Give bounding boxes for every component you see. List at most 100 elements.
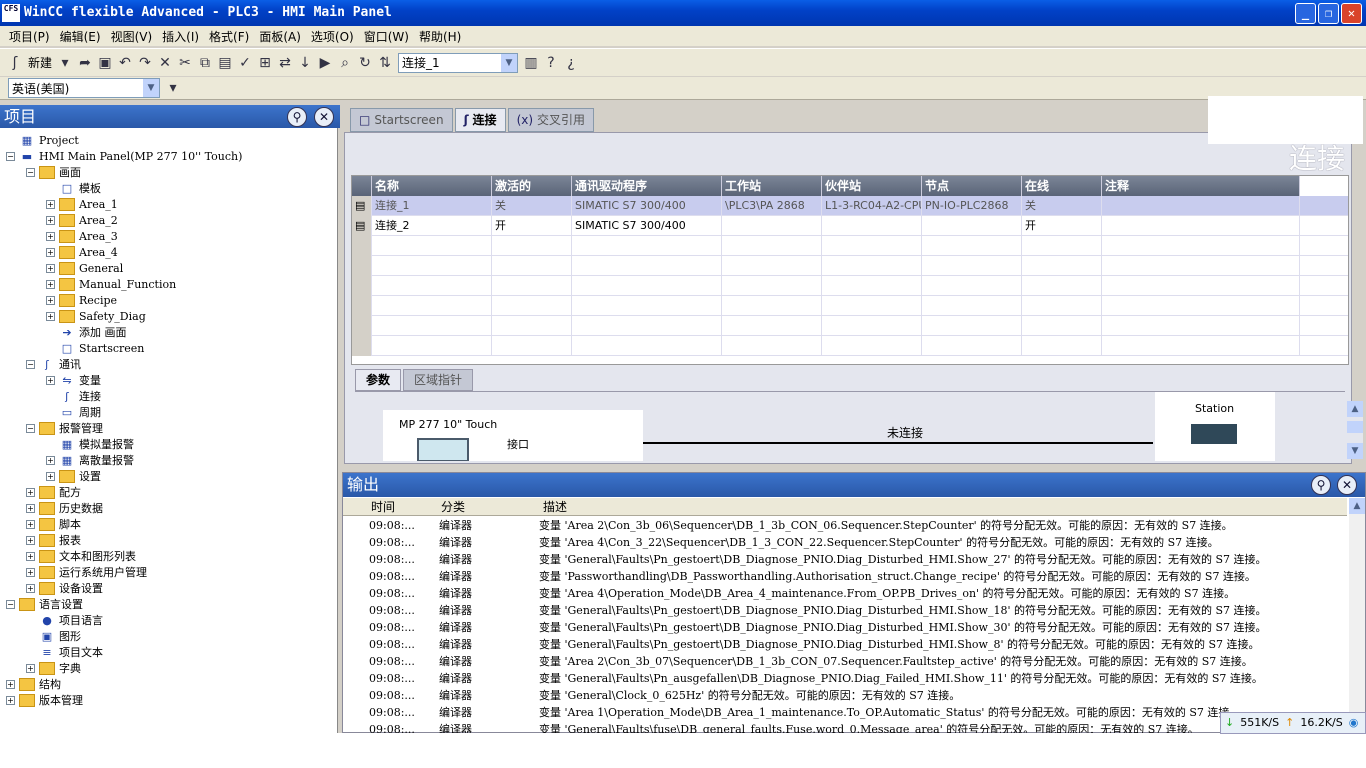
table-cell[interactable] (372, 276, 492, 296)
tree-item[interactable]: □ Startscreen (46, 340, 145, 356)
save-icon[interactable]: ▣ (98, 55, 112, 71)
scroll-up-icon[interactable]: ▲ (1347, 401, 1363, 417)
expand-icon[interactable]: + (26, 487, 35, 497)
tree-item[interactable]: + 运行系统用户管理 (26, 564, 147, 580)
table-cell[interactable] (722, 316, 822, 336)
table-row[interactable] (352, 336, 1348, 356)
expand-icon[interactable]: + (46, 375, 55, 385)
table-cell[interactable]: 开 (492, 216, 572, 236)
column-header[interactable]: 激活的 (492, 176, 572, 196)
table-cell[interactable]: SIMATIC S7 300/400 (572, 196, 722, 216)
check-icon[interactable]: ✓ (238, 55, 252, 71)
table-cell[interactable] (572, 236, 722, 256)
tree-item[interactable]: + 报表 (26, 532, 81, 548)
cut-icon[interactable]: ✂ (178, 55, 192, 71)
scroll-thumb[interactable] (1347, 421, 1363, 433)
collapse-icon[interactable]: − (6, 151, 15, 161)
expand-icon[interactable]: + (26, 535, 35, 545)
scroll-up-icon[interactable]: ▲ (1349, 498, 1365, 514)
column-header[interactable]: 伙伴站 (822, 176, 922, 196)
compile-icon[interactable]: ⊞ (258, 55, 272, 71)
tree-item[interactable]: ▦ 模拟量报警 (46, 436, 134, 452)
table-cell[interactable] (1102, 216, 1300, 236)
expand-icon[interactable]: + (46, 471, 55, 481)
tree-item[interactable]: + ⇋ 变量 (46, 372, 101, 388)
row-selector[interactable] (352, 276, 372, 296)
table-cell[interactable] (722, 276, 822, 296)
redo-icon[interactable]: ↷ (138, 55, 152, 71)
table-cell[interactable] (372, 236, 492, 256)
table-cell[interactable] (922, 216, 1022, 236)
dropdown-arrow-icon[interactable]: ▾ (58, 55, 72, 71)
table-cell[interactable] (492, 316, 572, 336)
log-row[interactable]: 09:08:... 编译器 变量 'Passworthandling\DB_Pass… (343, 568, 1347, 585)
expand-icon[interactable]: + (26, 663, 35, 673)
table-row[interactable] (352, 296, 1348, 316)
menu-item[interactable]: 帮助(H) (414, 28, 466, 45)
context-help-icon[interactable]: ¿ (564, 55, 578, 71)
table-cell[interactable] (1022, 276, 1102, 296)
row-selector[interactable]: ▤ (352, 216, 372, 236)
log-row[interactable]: 09:08:... 编译器 变量 'Area 2\Con_3b_06\Sequenc… (343, 517, 1347, 534)
tree-item[interactable]: ▣ 图形 (26, 628, 81, 644)
connection-select[interactable]: 连接_1 ▼ (398, 52, 519, 73)
pin-icon[interactable]: ⚲ (287, 107, 307, 127)
log-row[interactable]: 09:08:... 编译器 变量 'General\Faults\Pn_gestoe… (343, 619, 1347, 636)
table-cell[interactable] (922, 276, 1022, 296)
table-cell[interactable] (1022, 316, 1102, 336)
tree-item[interactable]: + 设备设置 (26, 580, 103, 596)
transfer-icon[interactable]: ⇄ (278, 55, 292, 71)
log-row[interactable]: 09:08:... 编译器 变量 'Area 2\Con_3b_07\Sequenc… (343, 653, 1347, 670)
open-icon[interactable]: ➦ (78, 55, 92, 71)
replace-icon[interactable]: ↻ (358, 55, 372, 71)
menu-item[interactable]: 面板(A) (254, 28, 306, 45)
dropdown-arrow-icon[interactable]: ▾ (166, 80, 180, 96)
table-cell[interactable]: 连接_2 (372, 216, 492, 236)
scroll-down-icon[interactable]: ▼ (1347, 443, 1363, 459)
row-selector[interactable] (352, 316, 372, 336)
collapse-icon[interactable]: − (26, 359, 35, 369)
log-row[interactable]: 09:08:... 编译器 变量 'Area 4\Operation_Mode\DB… (343, 585, 1347, 602)
tree-item[interactable]: − ▬ HMI Main Panel(MP 277 10'' Touch) (6, 148, 242, 164)
table-cell[interactable]: \PLC3\PA 2868 (722, 196, 822, 216)
delete-icon[interactable]: ✕ (158, 55, 172, 71)
tree-item[interactable]: + 结构 (6, 676, 61, 692)
tree-item[interactable]: + Area_2 (46, 212, 118, 228)
table-cell[interactable] (372, 316, 492, 336)
table-cell[interactable] (492, 336, 572, 356)
menu-item[interactable]: 视图(V) (106, 28, 158, 45)
expand-icon[interactable]: + (46, 311, 55, 321)
table-cell[interactable] (492, 256, 572, 276)
tree-item[interactable]: + 版本管理 (6, 692, 83, 708)
download-icon[interactable]: ↓ (298, 55, 312, 71)
menu-item[interactable]: 插入(I) (157, 28, 204, 45)
row-selector[interactable] (352, 256, 372, 276)
expand-icon[interactable]: + (46, 263, 55, 273)
help-icon[interactable]: ? (544, 55, 558, 71)
tree-item[interactable]: + Area_3 (46, 228, 118, 244)
params-tab[interactable]: 参数 (355, 369, 402, 391)
table-cell[interactable] (492, 296, 572, 316)
expand-icon[interactable]: + (6, 679, 15, 689)
tree-item[interactable]: + Manual_Function (46, 276, 176, 292)
pin-icon[interactable]: ⚲ (1311, 475, 1331, 495)
params-scrollbar[interactable]: ▲ ▼ (1347, 401, 1363, 459)
tree-item[interactable]: ≡ 项目文本 (26, 644, 103, 660)
collapse-icon[interactable]: − (26, 167, 35, 177)
table-cell[interactable] (822, 256, 922, 276)
runtime-icon[interactable]: ▶ (318, 55, 332, 71)
table-cell[interactable] (572, 256, 722, 276)
tree-item[interactable]: − 语言设置 (6, 596, 83, 612)
close-pane-icon[interactable]: ✕ (314, 107, 334, 127)
log-row[interactable]: 09:08:... 编译器 变量 'General\Faults\Pn_gestoe… (343, 551, 1347, 568)
book-icon[interactable]: ▥ (524, 55, 538, 71)
table-cell[interactable] (722, 336, 822, 356)
table-cell[interactable] (922, 256, 1022, 276)
table-cell[interactable] (372, 296, 492, 316)
tree-item[interactable]: + Area_1 (46, 196, 118, 212)
menu-item[interactable]: 格式(F) (204, 28, 254, 45)
table-cell[interactable]: SIMATIC S7 300/400 (572, 216, 722, 236)
new-button[interactable]: 新建 (28, 54, 52, 71)
minimize-button[interactable]: _ (1295, 3, 1316, 24)
table-cell[interactable] (1022, 336, 1102, 356)
